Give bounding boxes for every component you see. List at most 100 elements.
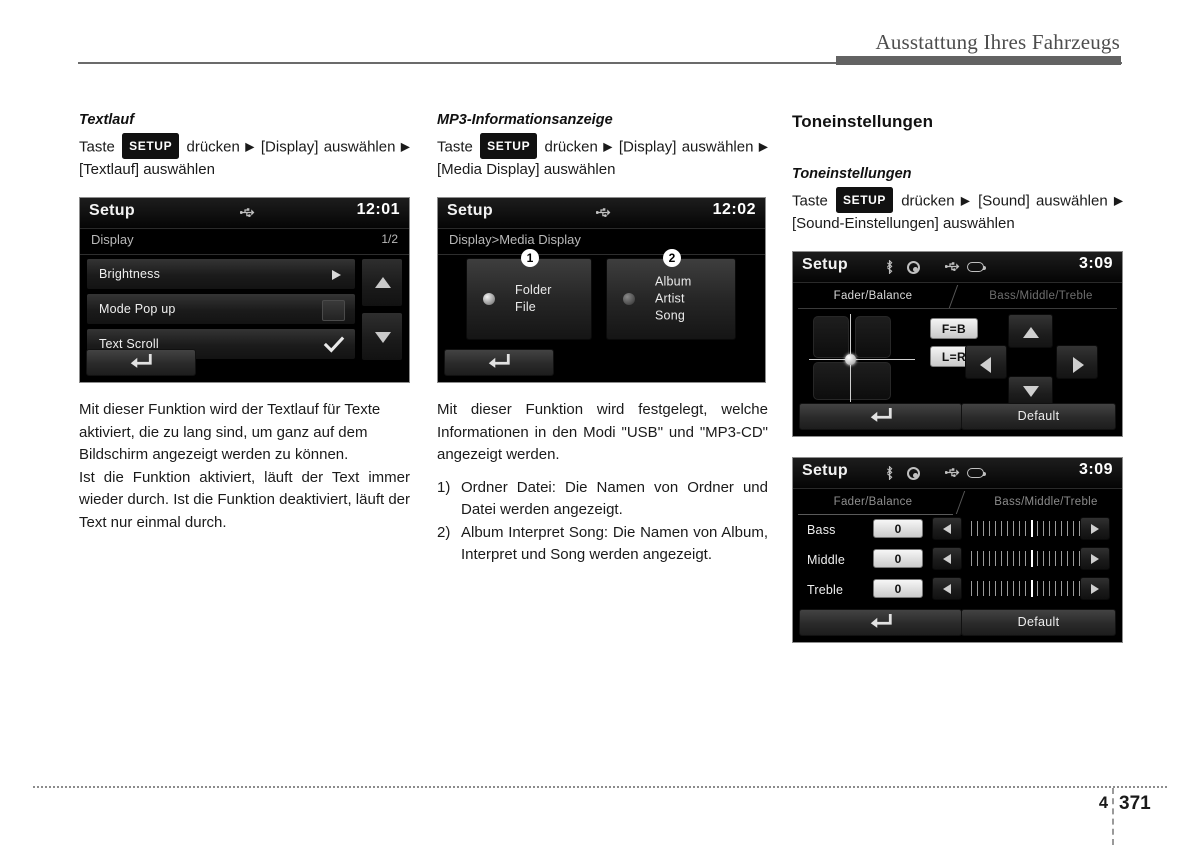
- tab-bass-middle-treble[interactable]: Bass/Middle/Treble: [968, 491, 1122, 514]
- list-item-mode-popup[interactable]: Mode Pop up: [86, 293, 356, 325]
- list-text: Album Interpret Song: Die Namen von Albu…: [461, 523, 768, 564]
- path-verb: drücken: [544, 138, 598, 156]
- section-subtitle-textlauf: Textlauf: [79, 112, 135, 128]
- callout-marker-2: 2: [663, 249, 681, 267]
- dpad-right-button[interactable]: [1056, 345, 1098, 379]
- left-arrow-icon: [943, 553, 951, 564]
- option-line-3: Song: [655, 308, 685, 323]
- chevron-right-icon: ▶: [603, 139, 614, 154]
- path-item-1: [Display]: [260, 138, 319, 156]
- list-number: 1): [437, 478, 451, 496]
- usb-icon: [595, 206, 611, 224]
- eq-slider-bass[interactable]: [971, 520, 1089, 537]
- path-item-1: [Sound]: [978, 192, 1030, 210]
- checkbox-checked-icon[interactable]: [323, 336, 345, 354]
- back-button[interactable]: [799, 609, 962, 636]
- option-album-artist-song[interactable]: Album Artist Song: [606, 258, 736, 340]
- eq-increase-button[interactable]: [1080, 517, 1110, 540]
- seat-front-right-icon: [855, 316, 891, 358]
- path-prefix: Taste: [792, 192, 828, 210]
- screenshot-sound-fader-balance: Setup 3:09 Fader/Balance Bass/Middle/Tre…: [792, 251, 1123, 437]
- up-arrow-icon: [375, 277, 391, 288]
- fader-equalize-fb-button[interactable]: F=B: [930, 318, 978, 339]
- dpad-left-button[interactable]: [965, 345, 1007, 379]
- page-indicator: 1/2: [381, 232, 398, 246]
- dpad-down-button[interactable]: [1008, 376, 1053, 406]
- option-line-1: Album: [655, 274, 692, 289]
- path-select-1: auswählen: [681, 138, 754, 156]
- seat-rear-bench-icon: [813, 362, 891, 400]
- tab-fader-balance[interactable]: Fader/Balance: [798, 491, 948, 514]
- eq-increase-button[interactable]: [1080, 577, 1110, 600]
- left-arrow-icon: [943, 583, 951, 594]
- tab-underline: [798, 514, 953, 515]
- path-select-2: auswählen: [543, 161, 616, 178]
- right-arrow-icon: [1091, 523, 1099, 534]
- checkbox-empty-icon[interactable]: [322, 300, 345, 321]
- right-arrow-icon: [1073, 357, 1084, 373]
- path-verb: drücken: [186, 138, 240, 156]
- back-button[interactable]: [444, 349, 554, 376]
- chevron-right-icon: ▶: [400, 139, 410, 154]
- screen-status-bar: Setup 3:09: [793, 252, 1122, 283]
- navigation-path-textlauf: Taste SETUP drücken ▶ [Display] auswähle…: [79, 133, 410, 181]
- path-item-2: [Textlauf]: [79, 161, 140, 178]
- path-select-1: auswählen: [323, 138, 396, 156]
- column-mp3-info: MP3-Informationsanzeige Taste SETUP drüc…: [437, 112, 768, 567]
- right-arrow-icon: [1091, 553, 1099, 564]
- radio-button-selected[interactable]: [483, 293, 495, 305]
- subheader-label: Display: [91, 232, 134, 247]
- footer-rule: [33, 786, 1167, 788]
- back-button[interactable]: [799, 403, 962, 430]
- eq-value: 0: [873, 549, 923, 568]
- down-arrow-icon: [375, 332, 391, 343]
- radio-button-unselected[interactable]: [623, 293, 635, 305]
- path-prefix: Taste: [79, 138, 115, 156]
- callout-marker-1: 1: [521, 249, 539, 267]
- list-item: 1) Ordner Datei: Die Namen von Ordner un…: [437, 477, 768, 522]
- screen-subheader: Display 1/2: [80, 228, 409, 255]
- battery-icon: [967, 262, 986, 272]
- usb-icon: [944, 260, 960, 278]
- cd-icon: [907, 261, 920, 274]
- scroll-up-button[interactable]: [361, 258, 403, 307]
- option-folder-file[interactable]: Folder File: [466, 258, 592, 340]
- usb-icon: [944, 466, 960, 484]
- column-textlauf: Textlauf Taste SETUP drücken ▶ [Display]…: [79, 112, 410, 534]
- default-button[interactable]: Default: [961, 403, 1116, 430]
- screenshot-sound-bass-middle-treble: Setup 3:09 Fader/Balance Bass/Middle/Tre…: [792, 457, 1123, 643]
- eq-increase-button[interactable]: [1080, 547, 1110, 570]
- right-arrow-icon: [1091, 583, 1099, 594]
- tab-bass-middle-treble[interactable]: Bass/Middle/Treble: [963, 285, 1119, 308]
- paragraph-textlauf-2: Ist die Funktion aktiviert, läuft der Te…: [79, 468, 410, 531]
- navigation-path-mp3: Taste SETUP drücken ▶ [Display] auswähle…: [437, 133, 768, 181]
- list-item-brightness[interactable]: Brightness: [86, 258, 356, 290]
- dpad-up-button[interactable]: [1008, 314, 1053, 348]
- fader-position-dot[interactable]: [845, 354, 856, 365]
- eq-slider-treble[interactable]: [971, 580, 1089, 597]
- back-button[interactable]: [86, 349, 196, 376]
- eq-decrease-button[interactable]: [932, 547, 962, 570]
- screen-clock: 3:09: [1078, 461, 1113, 478]
- chevron-right-icon: [332, 270, 341, 280]
- usb-icon: [239, 206, 255, 224]
- list-item: 2) Album Interpret Song: Die Namen von A…: [437, 522, 768, 567]
- eq-decrease-button[interactable]: [932, 577, 962, 600]
- fader-balance-pad[interactable]: [809, 314, 917, 404]
- list-item-label: Brightness: [99, 267, 161, 281]
- eq-decrease-button[interactable]: [932, 517, 962, 540]
- default-button[interactable]: Default: [961, 609, 1116, 636]
- eq-slider-middle[interactable]: [971, 550, 1089, 567]
- option-label: Album Artist Song: [655, 274, 691, 325]
- setup-button-chip: SETUP: [122, 133, 180, 159]
- chevron-right-icon: ▶: [758, 139, 768, 154]
- status-icons: [793, 252, 1122, 282]
- column-toneinstellungen: Toneinstellungen Toneinstellungen Taste …: [792, 112, 1123, 643]
- screen-status-bar: Setup 3:09: [793, 458, 1122, 489]
- tab-fader-balance[interactable]: Fader/Balance: [798, 285, 948, 308]
- bluetooth-icon: [885, 259, 894, 279]
- section-subtitle-toneinstellungen: Toneinstellungen: [792, 166, 912, 182]
- option-line-2: File: [515, 300, 536, 314]
- footer-divider: [1112, 788, 1114, 845]
- scroll-down-button[interactable]: [361, 312, 403, 361]
